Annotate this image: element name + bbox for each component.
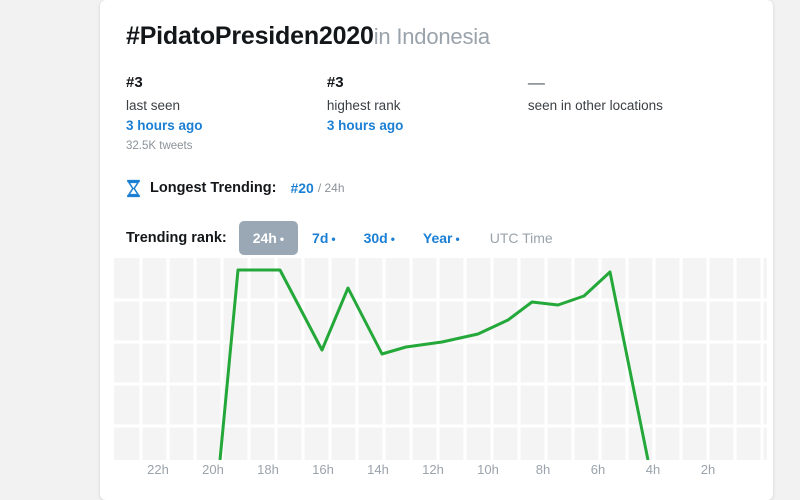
- location-label: in Indonesia: [373, 24, 490, 49]
- highest-rank-value: #3: [326, 74, 344, 91]
- tab-30d-label: 30d: [363, 230, 388, 246]
- stat-other-locations: — seen in other locations: [528, 73, 747, 155]
- tab-24h-label: 24h: [252, 230, 277, 246]
- xtick-10h: 10h: [477, 462, 499, 477]
- xtick-4h: 4h: [645, 462, 661, 477]
- timezone-label: UTC Time: [489, 230, 553, 246]
- hourglass-icon: [127, 179, 140, 197]
- trend-card: #PidatoPresiden2020in Indonesia #3 last …: [100, 0, 773, 500]
- xtick-12h: 12h: [422, 462, 444, 477]
- last-seen-rank: #3: [126, 74, 143, 91]
- xtick-20h: 20h: [202, 462, 224, 477]
- tab-year-dot: •: [455, 232, 460, 246]
- longest-trending-row: Longest Trending: #20 / 24h: [126, 177, 747, 199]
- trending-rank-row: Trending rank: 24h • 7d • 30d • Year • UTC T…: [126, 221, 747, 255]
- highest-rank-time: 3 hours ago: [326, 118, 404, 133]
- tab-year[interactable]: Year •: [409, 221, 474, 255]
- last-seen-label: last seen: [126, 98, 181, 113]
- tab-7d-label: 7d: [312, 230, 329, 246]
- xtick-18h: 18h: [257, 462, 279, 477]
- highest-rank-label: highest rank: [326, 98, 401, 113]
- tab-7d[interactable]: 7d •: [298, 221, 350, 255]
- longest-trending-window: / 24h: [317, 181, 345, 195]
- chart-gridlines: [114, 258, 767, 460]
- longest-trending-label: Longest Trending:: [150, 180, 277, 196]
- tab-30d[interactable]: 30d •: [350, 221, 409, 255]
- xtick-16h: 16h: [312, 462, 334, 477]
- xtick-22h: 22h: [147, 462, 169, 477]
- xtick-8h: 8h: [535, 462, 551, 477]
- other-locations-label: seen in other locations: [527, 98, 663, 113]
- tab-year-label: Year: [422, 230, 453, 246]
- tab-7d-dot: •: [331, 232, 336, 246]
- trend-chart: [114, 258, 767, 460]
- card-header-section: #PidatoPresiden2020in Indonesia #3 last …: [100, 0, 773, 255]
- tab-24h[interactable]: 24h •: [238, 221, 299, 255]
- xtick-6h: 6h: [590, 462, 606, 477]
- last-seen-value: 3 hours ago: [126, 118, 203, 133]
- stat-last-seen: #3 last seen 3 hours ago 32.5K tweets: [126, 73, 327, 155]
- longest-trending-rank[interactable]: #20: [290, 180, 313, 196]
- xtick-14h: 14h: [367, 462, 389, 477]
- chart-x-axis: 22h 20h 18h 16h 14h 12h 10h 8h 6h 4h 2h: [114, 462, 767, 488]
- other-locations-rank: —: [527, 73, 545, 92]
- stat-highest-rank: #3 highest rank 3 hours ago: [327, 73, 528, 155]
- tweet-count: 32.5K tweets: [126, 140, 193, 152]
- trending-rank-label: Trending rank:: [126, 230, 227, 246]
- tab-24h-dot: •: [279, 232, 285, 246]
- hashtag-title: #PidatoPresiden2020: [126, 22, 374, 50]
- page-title: #PidatoPresiden2020in Indonesia: [126, 22, 747, 51]
- stats-row: #3 last seen 3 hours ago 32.5K tweets #3…: [126, 73, 747, 155]
- tab-30d-dot: •: [390, 232, 395, 246]
- xtick-2h: 2h: [700, 462, 716, 477]
- chart-plot: [114, 258, 767, 460]
